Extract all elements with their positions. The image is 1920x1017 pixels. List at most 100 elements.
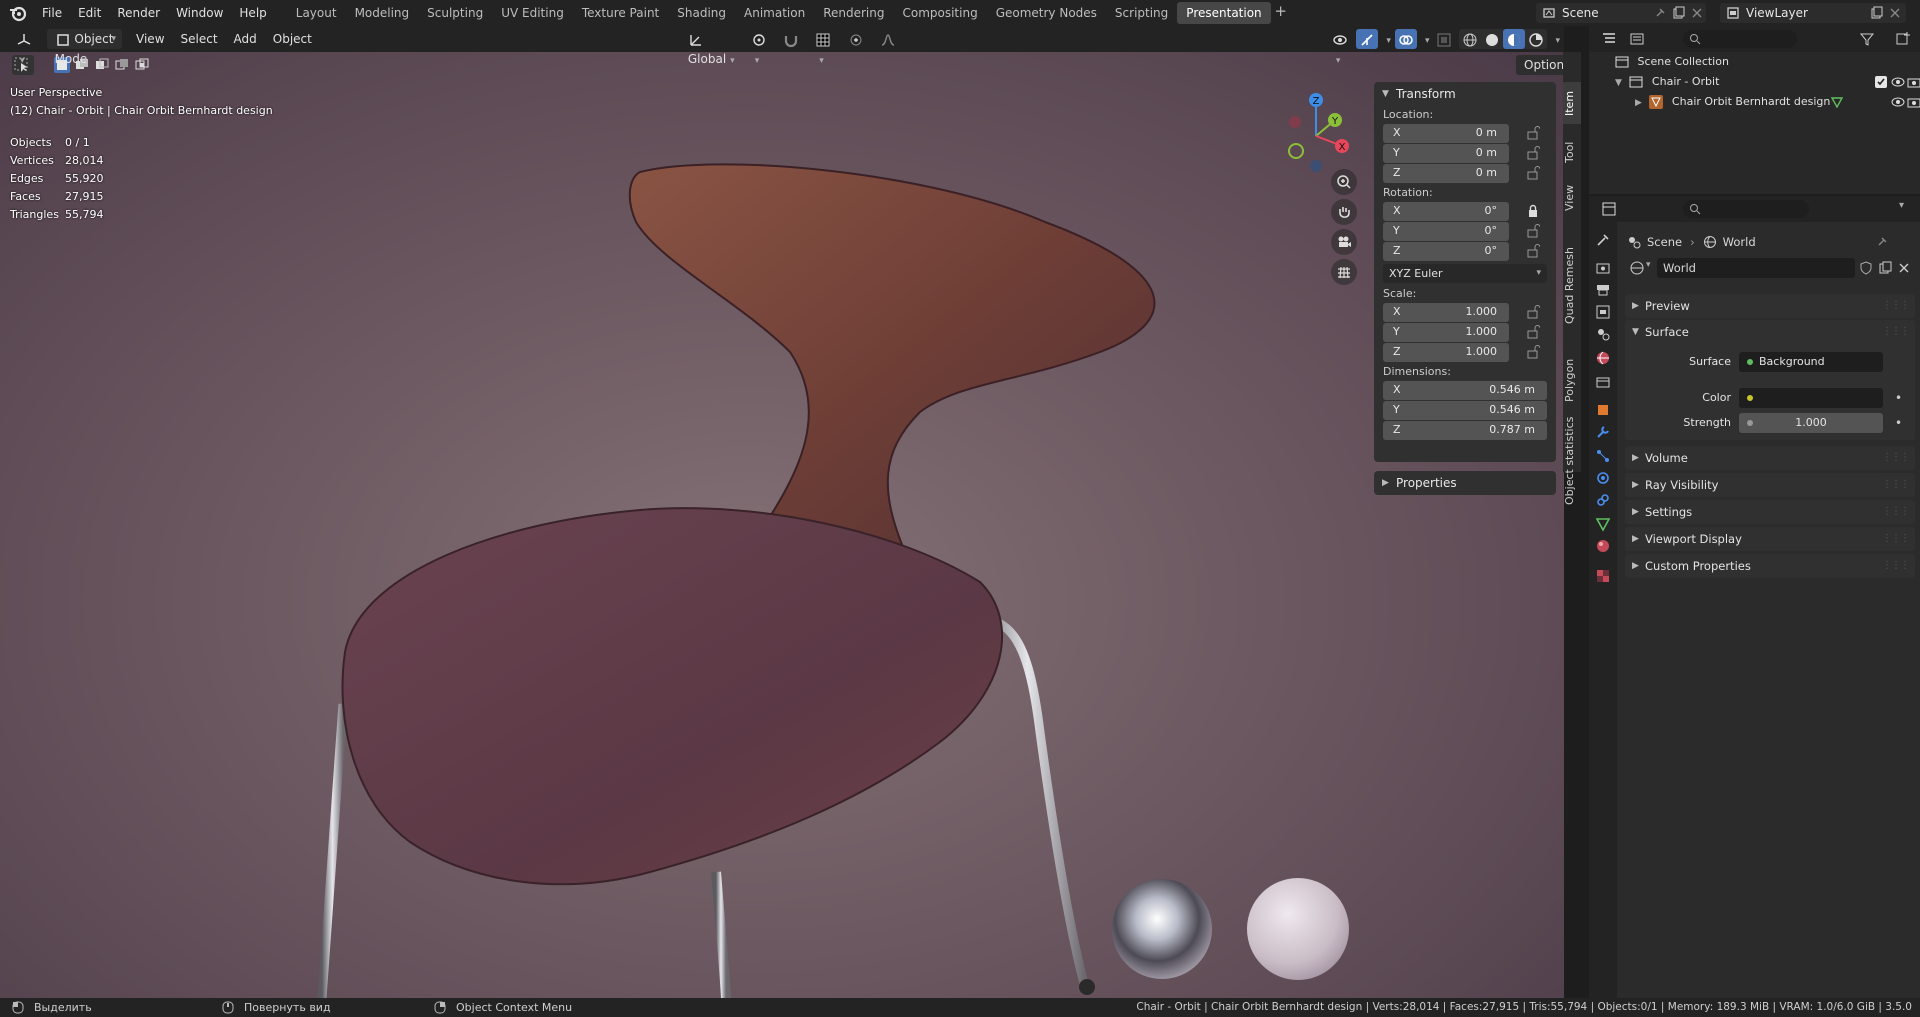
world-icon[interactable] — [1595, 350, 1611, 366]
unlock-icon[interactable] — [1526, 146, 1540, 160]
transform-panel-header[interactable]: ▼ Transform — [1374, 82, 1556, 106]
tab-uv-editing[interactable]: UV Editing — [492, 2, 573, 24]
material-shading-icon[interactable] — [1503, 29, 1526, 49]
material-icon[interactable] — [1595, 538, 1611, 554]
proportional-edit-icon[interactable] — [840, 29, 872, 49]
delete-view-layer-icon[interactable] — [1888, 6, 1902, 20]
chevron-down-icon[interactable]: ▾ — [1899, 200, 1904, 211]
surface-panel-header[interactable]: ▼ Surface ⋮⋮⋮ — [1625, 320, 1915, 344]
chevron-down-icon[interactable]: ▾ — [1646, 260, 1651, 270]
physics-icon[interactable] — [1595, 470, 1611, 486]
eye-icon[interactable] — [1891, 76, 1905, 88]
tab-geometry-nodes[interactable]: Geometry Nodes — [987, 2, 1106, 24]
drag-grip-icon[interactable]: ⋮⋮⋮ — [1882, 500, 1910, 524]
viewport-display-panel-header[interactable]: ▶ Viewport Display ⋮⋮⋮ — [1625, 527, 1915, 551]
pan-hand-icon[interactable] — [1331, 199, 1357, 225]
select-intersect-icon[interactable] — [134, 57, 150, 73]
mesh-data-icon[interactable] — [1831, 96, 1843, 108]
drag-grip-icon[interactable]: ⋮⋮⋮ — [1882, 527, 1910, 551]
select-subtract-icon[interactable] — [94, 57, 110, 73]
pin-icon[interactable] — [1653, 6, 1667, 20]
collection-icon[interactable] — [1595, 374, 1611, 390]
menu-select[interactable]: Select — [173, 29, 226, 49]
scale-y-field[interactable]: Y 1.000 — [1383, 323, 1509, 342]
location-y-field[interactable]: Y 0 m — [1383, 144, 1509, 163]
checkbox-icon[interactable] — [1875, 76, 1887, 88]
camera-view-icon[interactable] — [1331, 229, 1357, 255]
volume-panel-header[interactable]: ▶ Volume ⋮⋮⋮ — [1625, 446, 1915, 470]
scene-collection-row[interactable]: Scene Collection — [1615, 52, 1729, 72]
rotation-y-field[interactable]: Y 0° — [1383, 222, 1509, 241]
lock-icon[interactable] — [1526, 204, 1540, 218]
editor-type-button[interactable]: ▾ — [8, 29, 41, 66]
menu-file[interactable]: File — [34, 2, 70, 24]
unlock-icon[interactable] — [1526, 126, 1540, 140]
gizmo-options-icon[interactable]: ▾ — [1378, 29, 1395, 49]
menu-object[interactable]: Object — [265, 29, 320, 49]
snap-toggle-icon[interactable] — [775, 29, 807, 49]
tool-settings-icon[interactable] — [1595, 232, 1611, 248]
fake-user-shield-icon[interactable] — [1859, 261, 1873, 275]
unlink-icon[interactable] — [1897, 261, 1911, 275]
drag-grip-icon[interactable]: ⋮⋮⋮ — [1882, 294, 1910, 318]
dimensions-y-field[interactable]: Y 0.546 m — [1383, 401, 1547, 420]
sidebar-tab-polygon[interactable]: Polygon — [1563, 352, 1581, 408]
snap-target-icon[interactable]: ▾ — [807, 29, 840, 66]
unlock-icon[interactable] — [1526, 224, 1540, 238]
rotation-z-field[interactable]: Z 0° — [1383, 242, 1509, 261]
rotation-x-field[interactable]: X 0° — [1383, 202, 1509, 221]
dimensions-z-field[interactable]: Z 0.787 m — [1383, 421, 1547, 440]
menu-render[interactable]: Render — [109, 2, 168, 24]
keyframe-dot-icon[interactable]: • — [1895, 386, 1902, 410]
blender-logo-icon[interactable] — [8, 3, 28, 23]
tab-shading[interactable]: Shading — [668, 2, 735, 24]
display-mode-icon[interactable] — [1629, 31, 1645, 47]
solid-shading-icon[interactable] — [1481, 29, 1503, 49]
overlay-toggle-icon[interactable] — [1394, 29, 1417, 49]
dimensions-x-field[interactable]: X 0.546 m — [1383, 381, 1547, 400]
overlay-options-icon[interactable]: ▾ — [1417, 29, 1434, 49]
tab-modeling[interactable]: Modeling — [346, 2, 419, 24]
tab-presentation[interactable]: Presentation — [1177, 2, 1271, 24]
add-workspace-icon[interactable]: + — [1271, 2, 1291, 24]
menu-add[interactable]: Add — [226, 29, 265, 49]
new-collection-icon[interactable] — [1895, 31, 1911, 47]
world-browse-icon[interactable] — [1629, 260, 1645, 276]
modifier-wrench-icon[interactable] — [1595, 424, 1611, 440]
new-scene-icon[interactable] — [1672, 6, 1686, 20]
strength-field[interactable]: 1.000 — [1739, 413, 1883, 433]
filter-icon[interactable] — [1859, 31, 1875, 47]
camera-icon[interactable] — [1907, 96, 1920, 108]
scale-z-field[interactable]: Z 1.000 — [1383, 343, 1509, 362]
sidebar-tab-tool[interactable]: Tool — [1563, 132, 1581, 172]
output-icon[interactable] — [1595, 282, 1611, 298]
menu-help[interactable]: Help — [231, 2, 274, 24]
falloff-icon[interactable] — [872, 29, 904, 49]
location-x-field[interactable]: X 0 m — [1383, 124, 1509, 143]
new-view-layer-icon[interactable] — [1870, 6, 1884, 20]
pivot-point-icon[interactable]: ▾ — [743, 29, 776, 66]
view-layer-selector[interactable]: ViewLayer — [1720, 3, 1906, 23]
drag-grip-icon[interactable]: ⋮⋮⋮ — [1882, 554, 1910, 578]
unlock-icon[interactable] — [1526, 345, 1540, 359]
surface-shader-field[interactable]: Background — [1739, 352, 1883, 372]
keyframe-dot-icon[interactable]: • — [1895, 411, 1902, 435]
rendered-shading-icon[interactable] — [1525, 29, 1547, 49]
delete-scene-icon[interactable] — [1690, 6, 1704, 20]
tab-animation[interactable]: Animation — [735, 2, 814, 24]
ortho-grid-icon[interactable] — [1331, 259, 1357, 285]
3d-viewport[interactable]: User Perspective (12) Chair - Orbit | Ch… — [0, 52, 1564, 998]
zoom-icon[interactable] — [1331, 169, 1357, 195]
settings-panel-header[interactable]: ▶ Settings ⋮⋮⋮ — [1625, 500, 1915, 524]
tab-scripting[interactable]: Scripting — [1106, 2, 1177, 24]
camera-icon[interactable] — [1907, 76, 1920, 88]
eye-icon[interactable] — [1891, 96, 1905, 108]
object-icon[interactable] — [1595, 402, 1611, 418]
properties-search-input[interactable] — [1683, 200, 1809, 218]
mode-selector[interactable]: Object Mode ▾ — [46, 29, 123, 66]
texture-icon[interactable] — [1595, 568, 1611, 584]
constraints-icon[interactable] — [1595, 492, 1611, 508]
color-field[interactable] — [1739, 388, 1883, 408]
scene-selector[interactable]: Scene — [1536, 3, 1706, 23]
xray-toggle-icon[interactable] — [1433, 29, 1455, 49]
